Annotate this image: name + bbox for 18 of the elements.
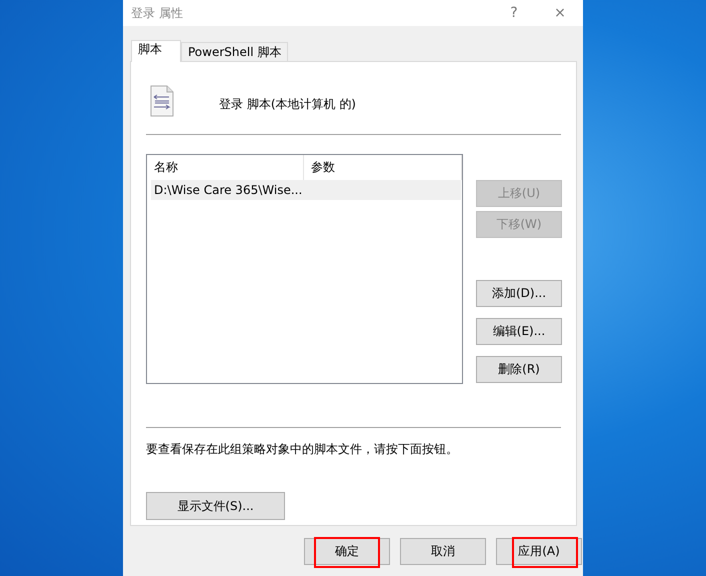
- dialog-button[interactable]: 取消: [400, 538, 486, 565]
- script-list[interactable]: 名称 参数 D:\Wise Care 365\Wise...: [146, 154, 463, 384]
- script-file-icon: [150, 85, 174, 117]
- info-text: 要查看保存在此组策略对象中的脚本文件，请按下面按钮。: [146, 441, 459, 458]
- heading-text: 登录 脚本(本地计算机 的): [219, 96, 356, 112]
- list-row[interactable]: D:\Wise Care 365\Wise...: [151, 180, 461, 200]
- close-button[interactable]: ×: [537, 5, 583, 21]
- list-cell-text: D:\Wise Care 365\Wise...: [153, 182, 304, 199]
- side-button[interactable]: 删除(R): [476, 356, 562, 383]
- dialog-button[interactable]: 确定: [304, 538, 390, 565]
- help-button[interactable]: ?: [491, 5, 537, 21]
- tab[interactable]: 脚本: [131, 40, 181, 62]
- tab[interactable]: PowerShell 脚本: [181, 42, 288, 61]
- side-button[interactable]: 添加(D)...: [476, 280, 562, 307]
- window-title: 登录 属性: [131, 4, 184, 22]
- dialog-button[interactable]: 应用(A): [496, 538, 582, 565]
- show-files-button[interactable]: 显示文件(S)...: [146, 492, 285, 520]
- side-button[interactable]: 编辑(E)...: [476, 318, 562, 345]
